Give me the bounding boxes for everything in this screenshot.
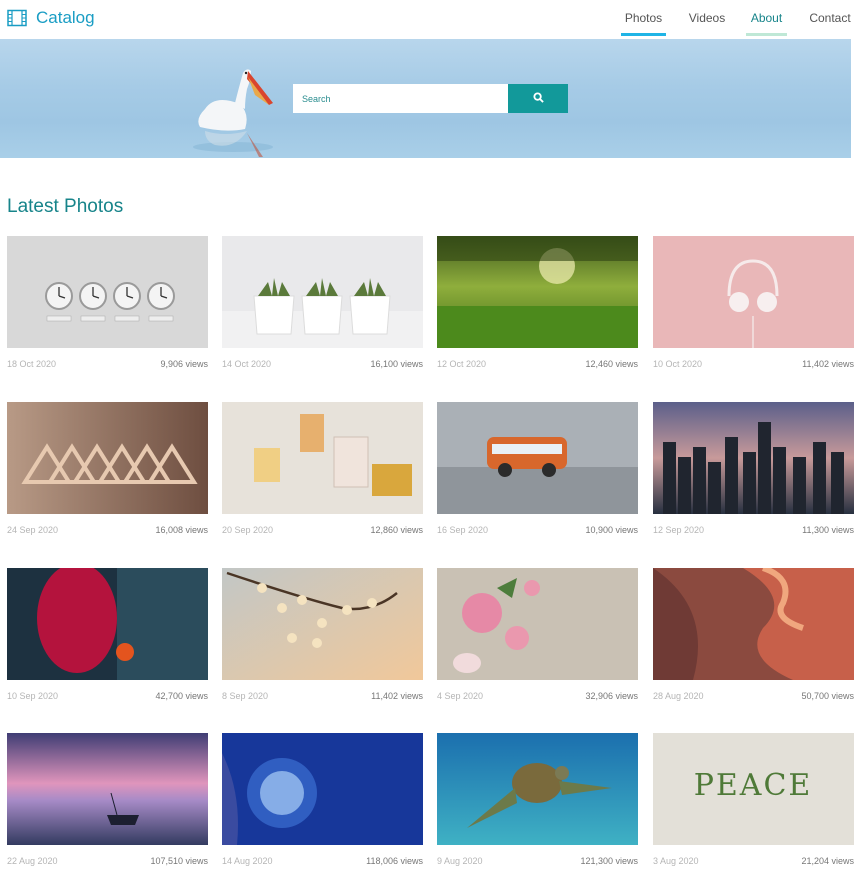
photo-card[interactable]: 16 Sep 2020 10,900 views xyxy=(437,402,638,545)
photo-meta: 8 Sep 2020 11,402 views xyxy=(222,691,423,711)
photo-meta: 16 Sep 2020 10,900 views xyxy=(437,525,638,545)
photo-thumbnail[interactable] xyxy=(222,568,423,680)
photo-card[interactable]: 10 Oct 2020 11,402 views xyxy=(653,236,854,379)
photo-thumbnail[interactable] xyxy=(437,733,638,845)
photo-views: 121,300 views xyxy=(580,856,638,866)
photo-date: 14 Aug 2020 xyxy=(222,856,273,866)
section-title: Latest Photos xyxy=(7,196,124,217)
photo-views: 21,204 views xyxy=(801,856,854,866)
photo-meta: 10 Sep 2020 42,700 views xyxy=(7,691,208,711)
photo-meta: 18 Oct 2020 9,906 views xyxy=(7,359,208,379)
photo-thumbnail[interactable] xyxy=(222,236,423,348)
photo-views: 16,100 views xyxy=(370,359,423,369)
photo-thumbnail[interactable] xyxy=(222,402,423,514)
photo-thumbnail[interactable] xyxy=(222,733,423,845)
photo-card[interactable]: 9 Aug 2020 121,300 views xyxy=(437,733,638,876)
photo-date: 24 Sep 2020 xyxy=(7,525,59,535)
photo-views: 11,402 views xyxy=(802,359,854,369)
brand-name: Catalog xyxy=(36,8,95,27)
photo-views: 12,860 views xyxy=(370,525,423,535)
photo-thumbnail[interactable] xyxy=(437,568,638,680)
photo-meta: 24 Sep 2020 16,008 views xyxy=(7,525,208,545)
nav-photos[interactable]: Photos xyxy=(621,11,666,36)
photo-views: 42,700 views xyxy=(155,691,208,701)
photo-card[interactable]: 20 Sep 2020 12,860 views xyxy=(222,402,423,545)
photo-views: 11,300 views xyxy=(802,525,854,535)
photo-meta: 20 Sep 2020 12,860 views xyxy=(222,525,423,545)
photo-meta: 10 Oct 2020 11,402 views xyxy=(653,359,854,379)
photo-card[interactable]: 28 Aug 2020 50,700 views xyxy=(653,568,854,711)
photo-views: 50,700 views xyxy=(801,691,854,701)
photo-date: 4 Sep 2020 xyxy=(437,691,484,701)
photo-date: 3 Aug 2020 xyxy=(653,856,699,866)
photo-thumbnail[interactable] xyxy=(7,236,208,348)
photo-meta: 14 Oct 2020 16,100 views xyxy=(222,359,423,379)
photo-card[interactable]: 10 Sep 2020 42,700 views xyxy=(7,568,208,711)
photo-meta: 22 Aug 2020 107,510 views xyxy=(7,856,208,876)
nav-about[interactable]: About xyxy=(746,11,787,36)
photo-date: 12 Oct 2020 xyxy=(437,359,487,369)
nav-contact[interactable]: Contact xyxy=(807,11,853,33)
photo-date: 10 Sep 2020 xyxy=(7,691,59,701)
photo-date: 22 Aug 2020 xyxy=(7,856,58,866)
photo-views: 12,460 views xyxy=(585,359,638,369)
photo-meta: 12 Sep 2020 11,300 views xyxy=(653,525,854,545)
photo-thumbnail[interactable] xyxy=(437,402,638,514)
photo-date: 20 Sep 2020 xyxy=(222,525,274,535)
search-icon xyxy=(532,91,544,106)
navbar: Catalog Photos Videos About Contact xyxy=(0,0,861,39)
photo-date: 14 Oct 2020 xyxy=(222,359,272,369)
photo-date: 12 Sep 2020 xyxy=(653,525,705,535)
photo-meta: 12 Oct 2020 12,460 views xyxy=(437,359,638,379)
photo-thumbnail[interactable] xyxy=(653,402,854,514)
photo-date: 16 Sep 2020 xyxy=(437,525,489,535)
photo-card[interactable]: PEACE 3 Aug 2020 21,204 views xyxy=(653,733,854,876)
photo-card[interactable]: 14 Aug 2020 118,006 views xyxy=(222,733,423,876)
hero-banner xyxy=(0,39,851,158)
photo-views: 10,900 views xyxy=(585,525,638,535)
brand-link[interactable]: Catalog xyxy=(7,8,95,28)
photo-thumbnail[interactable] xyxy=(7,402,208,514)
photo-card[interactable]: 8 Sep 2020 11,402 views xyxy=(222,568,423,711)
search-button[interactable] xyxy=(508,84,568,113)
photo-thumbnail[interactable] xyxy=(7,733,208,845)
photo-card[interactable]: 22 Aug 2020 107,510 views xyxy=(7,733,208,876)
photo-date: 28 Aug 2020 xyxy=(653,691,704,701)
photo-thumbnail[interactable]: PEACE xyxy=(653,733,854,845)
photo-card[interactable]: 4 Sep 2020 32,906 views xyxy=(437,568,638,711)
photo-date: 10 Oct 2020 xyxy=(653,359,703,369)
pelican-image xyxy=(193,69,273,157)
photo-thumbnail[interactable] xyxy=(437,236,638,348)
photo-card[interactable]: 12 Sep 2020 11,300 views xyxy=(653,402,854,545)
photo-card[interactable]: 12 Oct 2020 12,460 views xyxy=(437,236,638,379)
photo-views: 118,006 views xyxy=(366,856,423,866)
photo-views: 16,008 views xyxy=(155,525,208,535)
photo-meta: 9 Aug 2020 121,300 views xyxy=(437,856,638,876)
photo-views: 11,402 views xyxy=(371,691,423,701)
photo-thumbnail[interactable] xyxy=(7,568,208,680)
film-icon xyxy=(7,9,27,27)
photo-views: 9,906 views xyxy=(160,359,208,369)
photo-card[interactable]: 24 Sep 2020 16,008 views xyxy=(7,402,208,545)
photo-views: 32,906 views xyxy=(585,691,638,701)
photo-meta: 14 Aug 2020 118,006 views xyxy=(222,856,423,876)
photo-thumbnail[interactable] xyxy=(653,236,854,348)
photo-date: 18 Oct 2020 xyxy=(7,359,57,369)
photo-date: 8 Sep 2020 xyxy=(222,691,269,701)
photo-meta: 4 Sep 2020 32,906 views xyxy=(437,691,638,711)
svg-text:PEACE: PEACE xyxy=(694,768,813,803)
search-input[interactable] xyxy=(293,84,508,113)
photo-card[interactable]: 18 Oct 2020 9,906 views xyxy=(7,236,208,379)
photo-meta: 28 Aug 2020 50,700 views xyxy=(653,691,854,711)
photo-meta: 3 Aug 2020 21,204 views xyxy=(653,856,854,876)
photo-card[interactable]: 14 Oct 2020 16,100 views xyxy=(222,236,423,379)
photo-thumbnail[interactable] xyxy=(653,568,854,680)
photo-views: 107,510 views xyxy=(150,856,208,866)
photo-date: 9 Aug 2020 xyxy=(437,856,483,866)
nav-videos[interactable]: Videos xyxy=(687,11,727,33)
